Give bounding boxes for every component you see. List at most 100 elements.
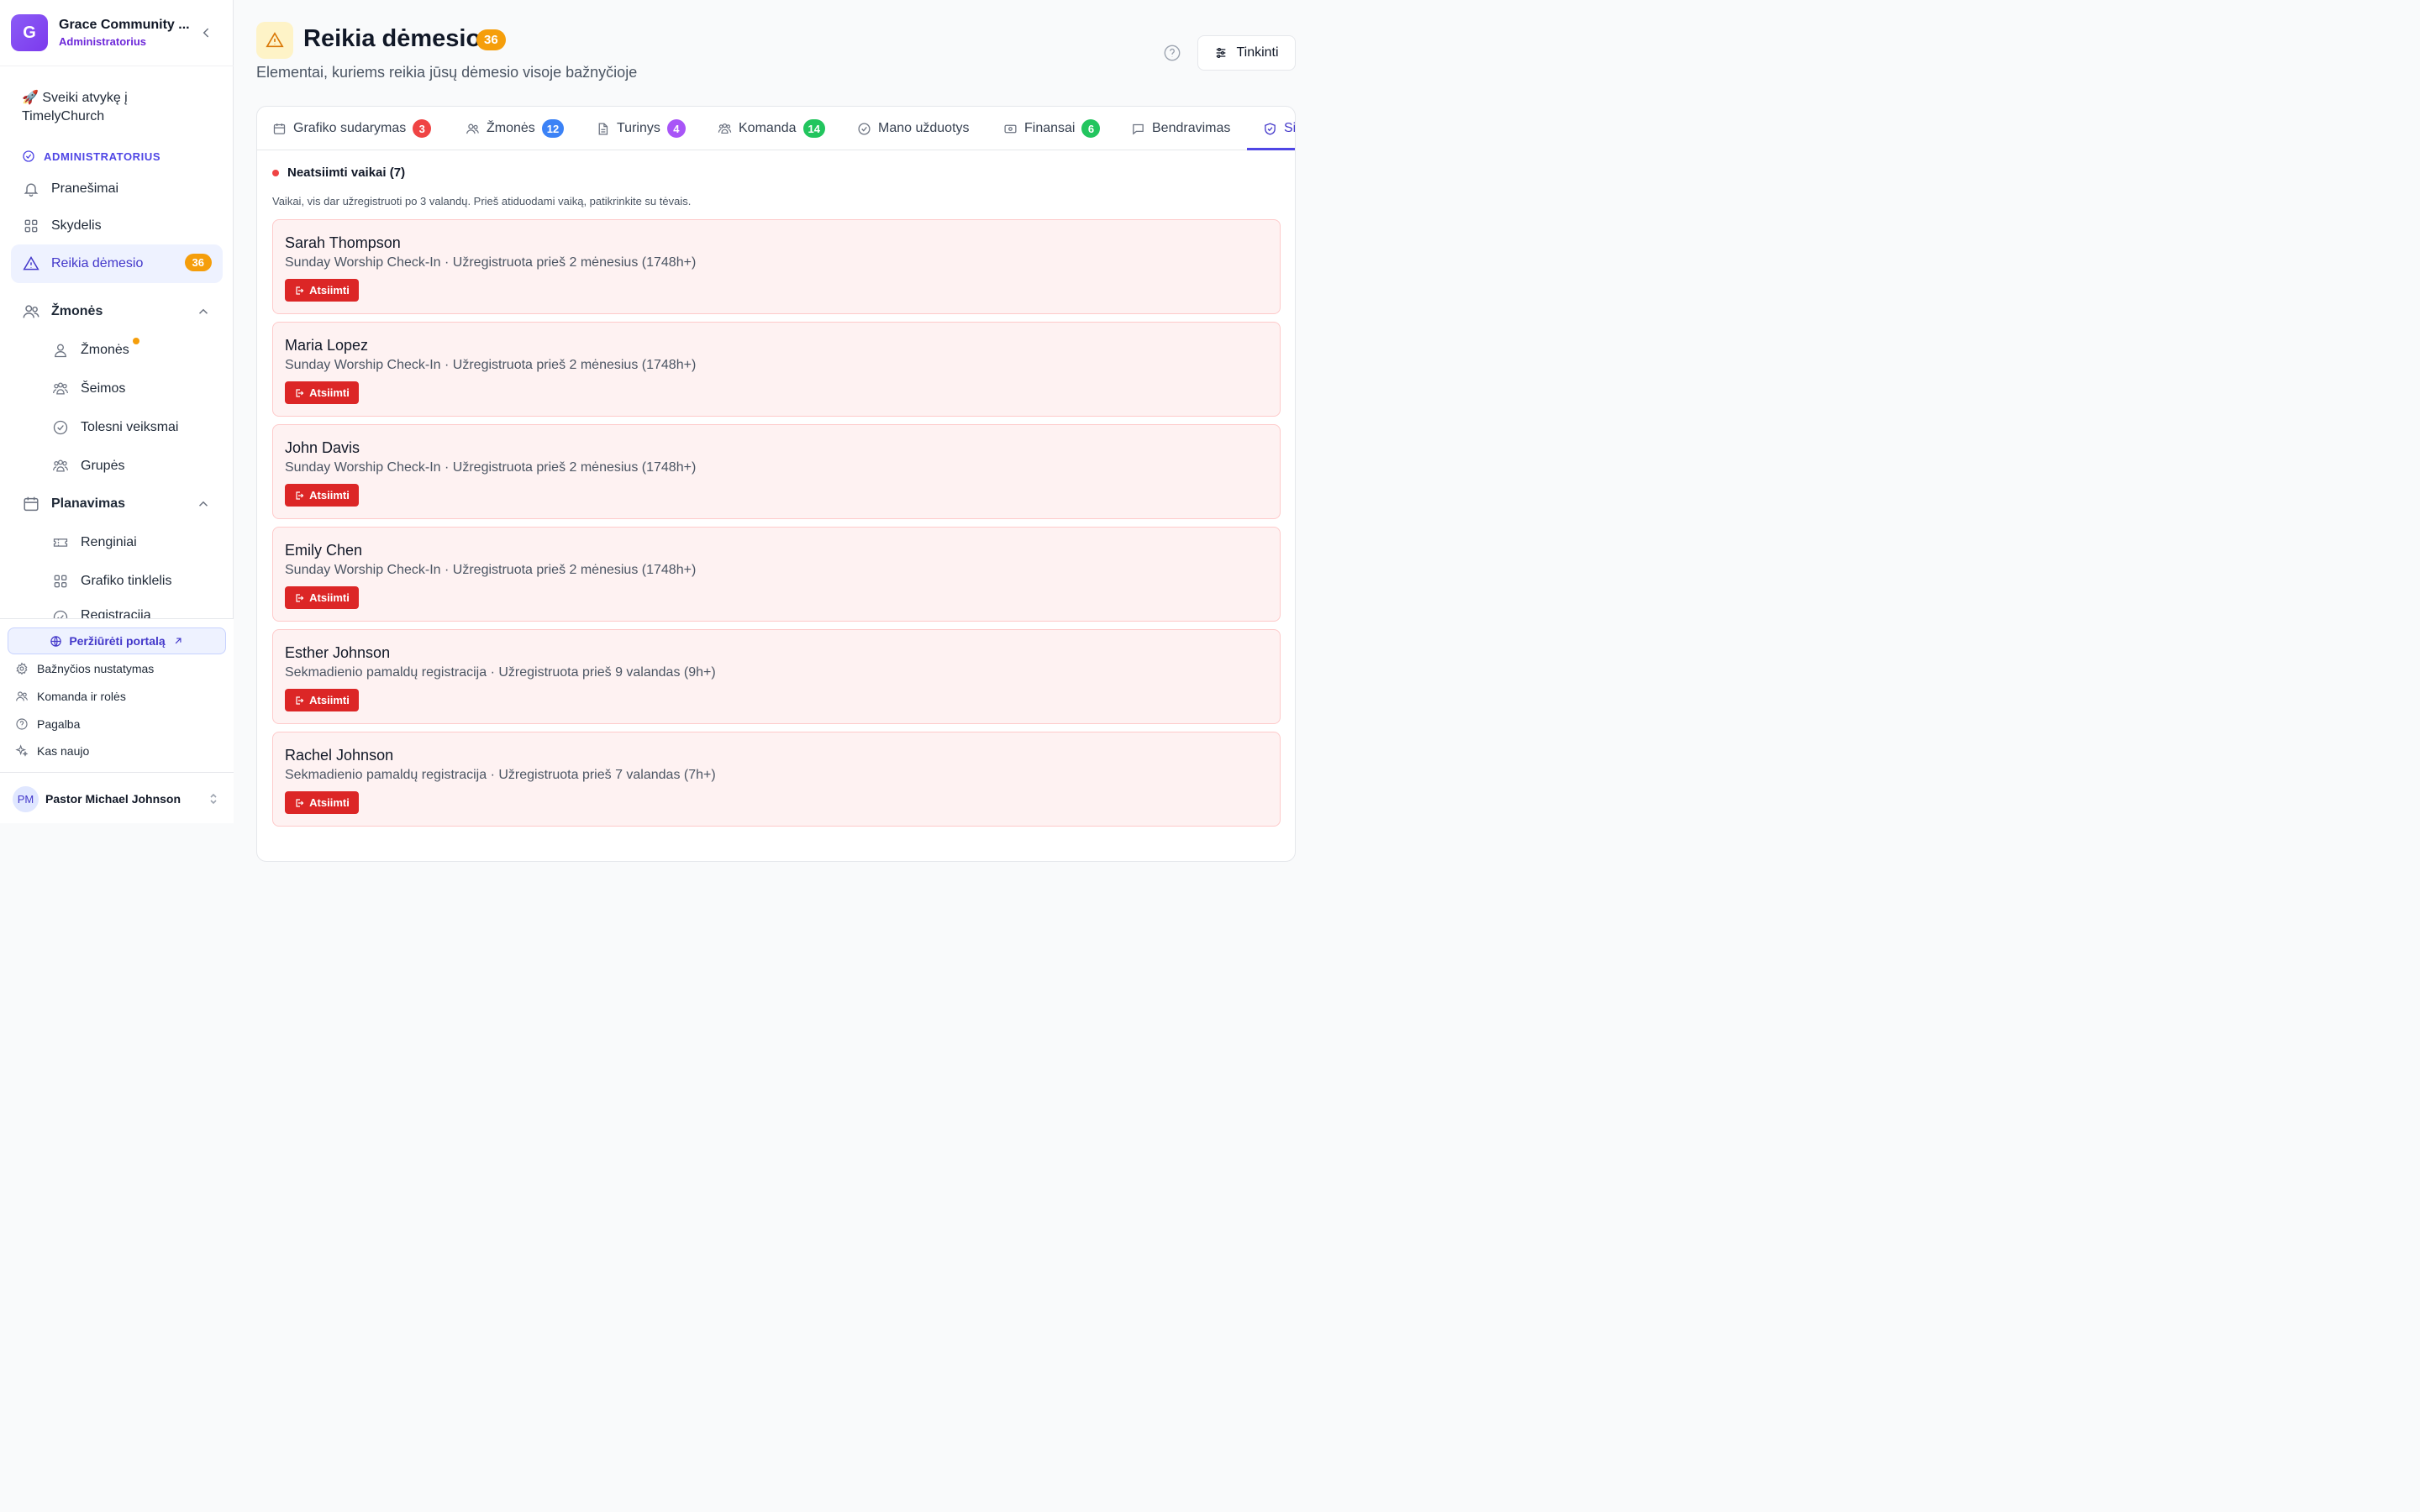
tab-communication[interactable]: Bendravimas — [1131, 107, 1230, 150]
external-link-icon — [172, 635, 184, 647]
logout-icon — [294, 388, 304, 398]
view-portal-button[interactable]: Peržiūrėti portalą — [8, 627, 226, 654]
sidebar-item-label: Pranešimai — [51, 181, 119, 196]
users-icon — [466, 122, 480, 136]
tab-people[interactable]: Žmonės 12 — [466, 107, 565, 150]
checkout-button[interactable]: Atsiimti — [285, 689, 359, 711]
grid-icon — [22, 217, 40, 235]
page-title: Reikia dėmesio — [303, 25, 481, 52]
sidebar-group-people[interactable]: Žmonės — [11, 292, 223, 331]
tab-safety[interactable]: Si — [1263, 107, 1295, 150]
bell-icon — [22, 180, 40, 198]
child-checkin-meta: Sunday Worship Check-In · Užregistruota … — [285, 358, 697, 372]
tab-label: Žmonės — [487, 121, 535, 135]
sliders-icon — [1214, 46, 1228, 60]
child-name: Rachel Johnson — [285, 747, 394, 764]
sidebar-footer: Peržiūrėti portalą Bažnyčios nustatymas … — [0, 618, 234, 823]
page-subtitle: Elementai, kuriems reikia jūsų dėmesio v… — [256, 64, 638, 81]
attention-panel: Grafiko sudarymas 3 Žmonės 12 Turinys 4 … — [256, 106, 1296, 862]
list-item: Maria Lopez Sunday Worship Check-In · Už… — [272, 322, 1281, 417]
sidebar-item-events[interactable]: Renginiai — [40, 524, 223, 561]
sidebar-item-label: Registracija — [81, 608, 151, 618]
group-icon — [51, 457, 70, 475]
logout-icon — [294, 286, 304, 296]
checkout-label: Atsiimti — [309, 796, 350, 809]
sidebar-item-groups[interactable]: Grupės — [40, 448, 223, 485]
tab-badge: 4 — [666, 119, 686, 138]
help-icon[interactable] — [1163, 44, 1181, 62]
sidebar-item-schedule-grid[interactable]: Grafiko tinklelis — [40, 563, 223, 600]
sidebar-item-label: Šeimos — [81, 381, 126, 396]
tab-label: Komanda — [739, 121, 797, 135]
child-checkin-meta: Sekmadienio pamaldų registracija · Užreg… — [285, 768, 716, 782]
check-circle-icon — [857, 122, 871, 136]
tab-team[interactable]: Komanda 14 — [718, 107, 825, 150]
logout-icon — [294, 593, 304, 603]
sidebar-group-label: Planavimas — [51, 496, 126, 511]
customize-button[interactable]: Tinkinti — [1197, 35, 1296, 71]
child-name: Esther Johnson — [285, 644, 391, 661]
tab-label: Finansai — [1024, 121, 1076, 135]
notification-dot — [133, 338, 139, 344]
checkout-button[interactable]: Atsiimti — [285, 381, 359, 404]
section-title: Neatsiimti vaikai (7) — [272, 165, 405, 180]
tab-label: Bendravimas — [1152, 121, 1231, 135]
logout-icon — [294, 798, 304, 808]
checkout-label: Atsiimti — [309, 284, 350, 297]
footer-item-help[interactable]: Pagalba — [15, 717, 80, 731]
sidebar-item-label: Grafiko tinklelis — [81, 574, 172, 588]
tab-badge: 12 — [541, 119, 565, 138]
tab-badge: 14 — [802, 119, 825, 138]
checkout-button[interactable]: Atsiimti — [285, 791, 359, 814]
sidebar-item-people[interactable]: Žmonės — [40, 332, 223, 369]
sidebar-item-dashboard[interactable]: Skydelis — [11, 207, 223, 245]
sidebar-item-notifications[interactable]: Pranešimai — [11, 170, 223, 208]
child-checkin-meta: Sekmadienio pamaldų registracija · Užreg… — [285, 665, 716, 680]
section-title-text: Neatsiimti vaikai (7) — [287, 165, 406, 180]
user-icon — [51, 341, 70, 360]
customize-label: Tinkinti — [1236, 45, 1279, 60]
sidebar-item-followups[interactable]: Tolesni veiksmai — [40, 409, 223, 446]
attention-total-badge: 36 — [476, 29, 506, 50]
check-circle-icon — [51, 418, 70, 437]
list-item: John Davis Sunday Worship Check-In · Užr… — [272, 424, 1281, 519]
footer-item-whats-new[interactable]: Kas naujo — [15, 744, 89, 758]
tab-scheduling[interactable]: Grafiko sudarymas 3 — [272, 107, 432, 150]
chevron-left-icon[interactable] — [198, 25, 213, 40]
tab-my-tasks[interactable]: Mano užduotys — [857, 107, 970, 150]
globe-icon — [50, 635, 62, 648]
checkout-button[interactable]: Atsiimti — [285, 586, 359, 609]
footer-item-label: Bažnyčios nustatymas — [37, 662, 155, 675]
warning-icon — [256, 22, 293, 59]
sidebar: G Grace Community ... Administratorius 🚀… — [0, 0, 234, 823]
user-menu[interactable]: PM Pastor Michael Johnson — [0, 772, 234, 824]
sidebar-item-attention[interactable]: Reikia dėmesio 36 — [11, 244, 223, 283]
chevron-up-icon[interactable] — [196, 496, 211, 512]
money-icon — [1003, 122, 1018, 136]
logout-icon — [294, 491, 304, 501]
tab-label: Grafiko sudarymas — [293, 121, 407, 135]
footer-item-team-roles[interactable]: Komanda ir rolės — [15, 690, 126, 703]
sidebar-item-families[interactable]: Šeimos — [40, 370, 223, 407]
main-content: Reikia dėmesio 36 Elementai, kuriems rei… — [234, 0, 1318, 862]
grid-icon — [51, 572, 70, 591]
tab-content[interactable]: Turinys 4 — [596, 107, 686, 150]
chat-icon — [1131, 122, 1145, 136]
user-name: Pastor Michael Johnson — [45, 792, 182, 806]
child-name: John Davis — [285, 439, 360, 456]
checkout-button[interactable]: Atsiimti — [285, 484, 359, 507]
shield-icon — [1263, 122, 1277, 136]
chevron-up-icon[interactable] — [196, 304, 211, 319]
help-icon — [15, 717, 29, 731]
tab-finance[interactable]: Finansai 6 — [1003, 107, 1101, 150]
document-icon — [596, 122, 610, 136]
logout-icon — [294, 696, 304, 706]
sidebar-group-planning[interactable]: Planavimas — [11, 485, 223, 523]
footer-item-church-settings[interactable]: Bažnyčios nustatymas — [15, 662, 154, 675]
checkout-button[interactable]: Atsiimti — [285, 279, 359, 302]
org-switcher[interactable]: G Grace Community ... Administratorius — [0, 0, 234, 66]
sidebar-item-registration[interactable]: Registracija — [40, 601, 223, 618]
sidebar-item-label: Reikia dėmesio — [51, 256, 144, 270]
section-description: Vaikai, vis dar užregistruoti po 3 valan… — [272, 195, 692, 207]
footer-item-label: Kas naujo — [37, 744, 90, 758]
